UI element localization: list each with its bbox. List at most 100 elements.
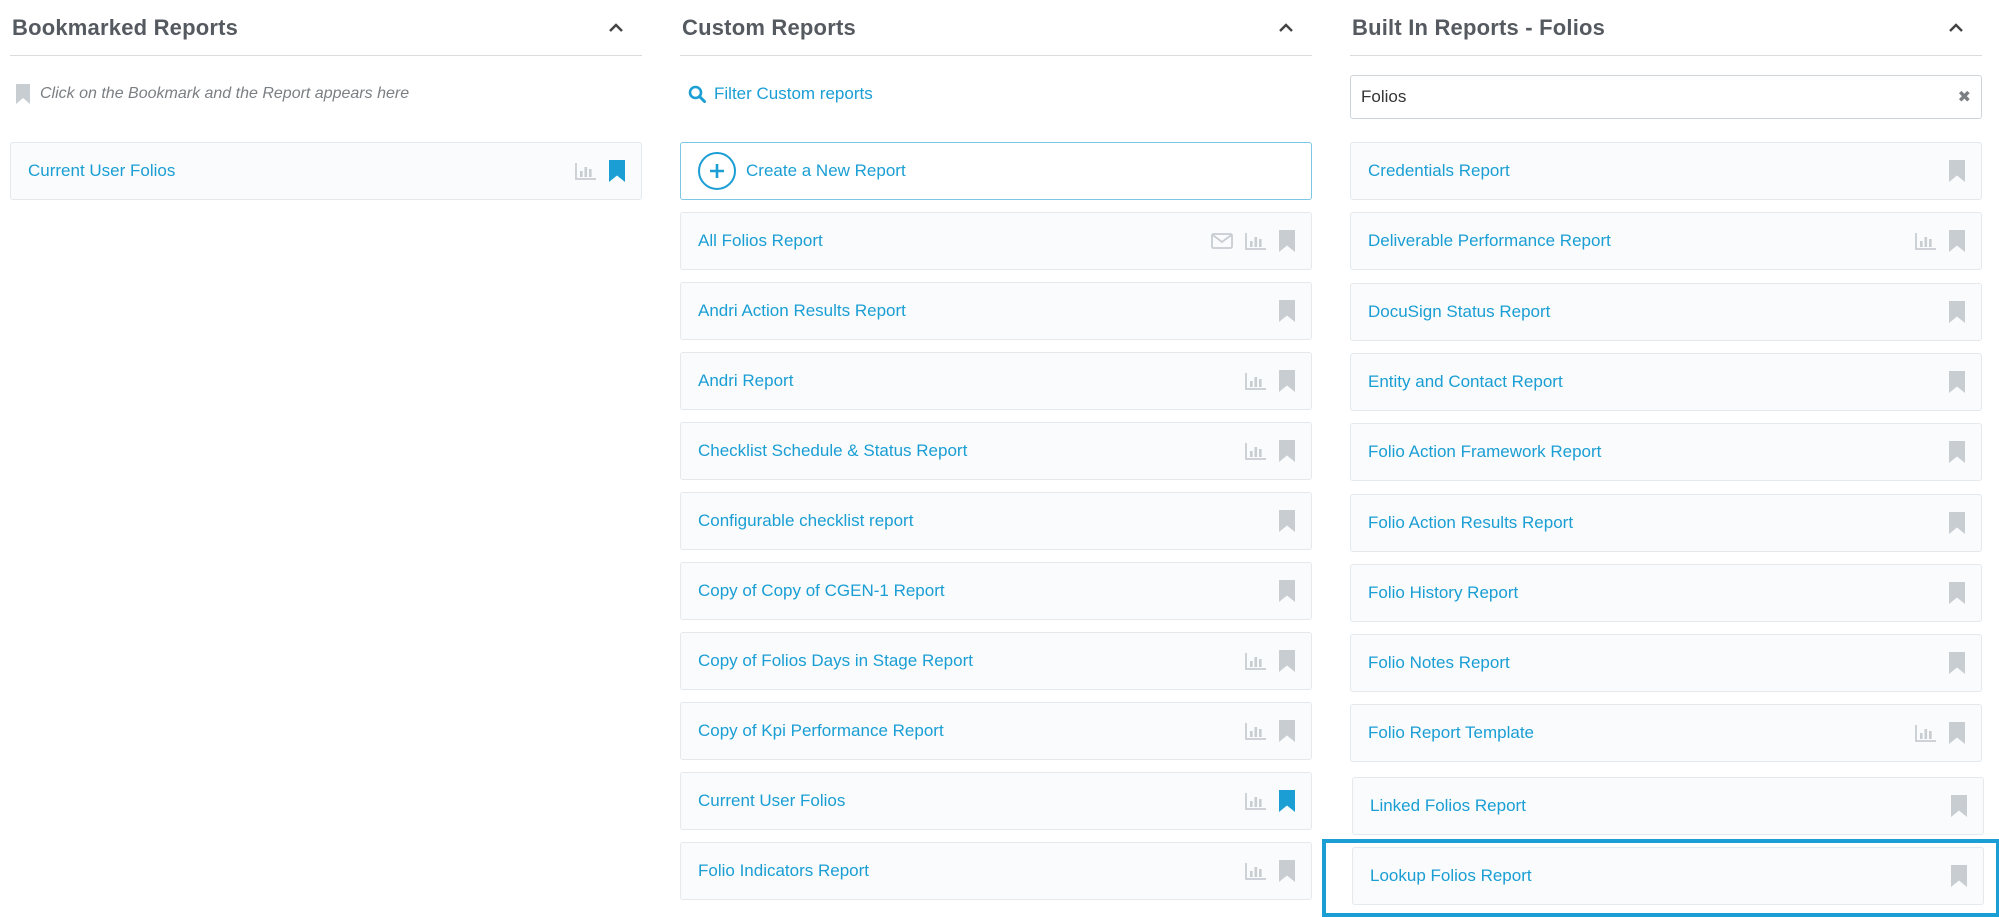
report-item[interactable]: Andri Report <box>680 352 1312 410</box>
bookmark-icon[interactable] <box>1949 581 1965 604</box>
panel-title: Bookmarked Reports <box>12 14 239 40</box>
bookmark-icon[interactable] <box>1279 510 1295 532</box>
bookmark-icon[interactable] <box>1949 511 1965 534</box>
report-label: Andri Action Results Report <box>698 301 906 320</box>
report-label: Folio Notes Report <box>1368 653 1510 673</box>
report-label: Configurable checklist report <box>698 511 914 530</box>
report-actions <box>1245 790 1295 812</box>
clear-search-icon[interactable]: ✖ <box>1958 87 1971 107</box>
report-actions <box>1245 650 1295 672</box>
report-actions <box>1245 720 1295 742</box>
report-actions <box>1949 300 1965 323</box>
bookmark-icon[interactable] <box>609 160 625 182</box>
report-label: Folio Indicators Report <box>698 861 870 880</box>
report-label: Folio History Report <box>1368 582 1519 602</box>
chart-icon[interactable] <box>1245 722 1267 740</box>
collapse-chevron-icon[interactable] <box>602 14 630 42</box>
chart-icon[interactable] <box>1245 372 1267 390</box>
report-actions <box>1245 440 1295 462</box>
report-label: Copy of Kpi Performance Report <box>698 721 944 740</box>
bookmark-icon[interactable] <box>1949 370 1965 393</box>
report-actions <box>1949 370 1965 393</box>
report-item[interactable]: Folio Report Template <box>1350 704 1982 763</box>
bookmark-icon[interactable] <box>1279 370 1295 392</box>
report-item[interactable]: Credentials Report <box>1350 142 1982 200</box>
bookmark-icon[interactable] <box>1279 790 1295 812</box>
search-icon <box>688 85 706 103</box>
create-label: Create a New Report <box>746 161 906 180</box>
create-new-report-button[interactable]: Create a New Report <box>680 142 1312 200</box>
report-item[interactable]: Folio History Report <box>1350 563 1982 622</box>
report-item[interactable]: Checklist Schedule & Status Report <box>680 422 1312 480</box>
bookmark-icon[interactable] <box>1949 300 1965 323</box>
bookmark-icon[interactable] <box>1279 440 1295 462</box>
report-actions <box>1949 511 1965 534</box>
email-icon[interactable] <box>1211 233 1233 249</box>
report-item[interactable]: Folio Indicators Report <box>680 842 1312 900</box>
hint-text: Click on the Bookmark and the Report app… <box>40 85 410 102</box>
report-actions <box>1915 722 1965 745</box>
report-actions <box>1211 230 1295 252</box>
bookmark-icon[interactable] <box>1279 580 1295 602</box>
report-label: Lookup Folios Report <box>1370 866 1532 885</box>
builtin-search-field[interactable]: ✖ <box>1350 75 1982 119</box>
builtin-reports-header: Built In Reports - Folios <box>1350 0 1982 56</box>
search-input[interactable] <box>1361 87 1958 107</box>
report-actions <box>1949 160 1965 182</box>
collapse-chevron-icon[interactable] <box>1942 14 1970 42</box>
bookmark-icon[interactable] <box>1949 441 1965 464</box>
report-item[interactable]: Folio Action Framework Report <box>1350 423 1982 482</box>
chart-icon[interactable] <box>1915 232 1937 251</box>
report-label: DocuSign Status Report <box>1368 301 1551 321</box>
report-item[interactable]: Lookup Folios Report <box>1352 847 1984 905</box>
report-item[interactable]: Deliverable Performance Report <box>1350 212 1982 271</box>
custom-reports-header: Custom Reports <box>680 0 1312 56</box>
bookmark-icon[interactable] <box>1951 865 1967 887</box>
bookmarked-reports-header: Bookmarked Reports <box>10 0 642 56</box>
report-item[interactable]: Folio Action Results Report <box>1350 493 1982 552</box>
report-label: Checklist Schedule & Status Report <box>698 441 968 460</box>
report-actions <box>1949 581 1965 604</box>
report-item[interactable]: Copy of Copy of CGEN-1 Report <box>680 562 1312 620</box>
bookmark-hint: Click on the Bookmark and the Report app… <box>16 84 409 104</box>
bookmark-icon[interactable] <box>1279 650 1295 672</box>
report-actions <box>1279 580 1295 602</box>
builtin-reports-panel: Built In Reports - Folios ✖ Credentials … <box>1350 0 1984 905</box>
report-item[interactable]: Current User Folios <box>680 772 1312 830</box>
bookmarked-reports-panel: Bookmarked Reports Click on the Bookmark… <box>10 0 642 200</box>
report-item[interactable]: Folio Notes Report <box>1350 634 1982 693</box>
report-actions <box>1279 300 1295 322</box>
report-item[interactable]: All Folios Report <box>680 212 1312 270</box>
bookmark-icon[interactable] <box>1279 860 1295 882</box>
chart-icon[interactable] <box>1915 724 1937 743</box>
bookmark-icon[interactable] <box>1949 652 1965 675</box>
report-item[interactable]: Current User Folios <box>10 142 642 200</box>
bookmark-icon[interactable] <box>1951 794 1967 817</box>
plus-icon <box>698 152 736 190</box>
report-item[interactable]: Linked Folios Report <box>1352 776 1984 835</box>
chart-icon[interactable] <box>1245 862 1267 880</box>
filter-custom-reports-link[interactable]: Filter Custom reports <box>688 84 873 104</box>
chart-icon[interactable] <box>1245 232 1267 250</box>
collapse-chevron-icon[interactable] <box>1272 14 1300 42</box>
bookmark-icon[interactable] <box>1279 230 1295 252</box>
report-actions <box>1949 441 1965 464</box>
report-item[interactable]: Andri Action Results Report <box>680 282 1312 340</box>
bookmark-icon[interactable] <box>1949 230 1965 253</box>
report-item[interactable]: Configurable checklist report <box>680 492 1312 550</box>
chart-icon[interactable] <box>1245 442 1267 460</box>
report-label: Linked Folios Report <box>1370 795 1526 815</box>
chart-icon[interactable] <box>575 162 597 180</box>
bookmark-icon[interactable] <box>1949 160 1965 182</box>
bookmark-icon[interactable] <box>1279 720 1295 742</box>
report-item[interactable]: Copy of Kpi Performance Report <box>680 702 1312 760</box>
report-item[interactable]: Copy of Folios Days in Stage Report <box>680 632 1312 690</box>
custom-reports-panel: Custom Reports Filter Custom reports Cre… <box>680 0 1312 900</box>
chart-icon[interactable] <box>1245 792 1267 810</box>
report-item[interactable]: Entity and Contact Report <box>1350 352 1982 411</box>
filter-label: Filter Custom reports <box>714 84 873 103</box>
report-item[interactable]: DocuSign Status Report <box>1350 282 1982 341</box>
chart-icon[interactable] <box>1245 652 1267 670</box>
bookmark-icon[interactable] <box>1949 722 1965 745</box>
bookmark-icon[interactable] <box>1279 300 1295 322</box>
